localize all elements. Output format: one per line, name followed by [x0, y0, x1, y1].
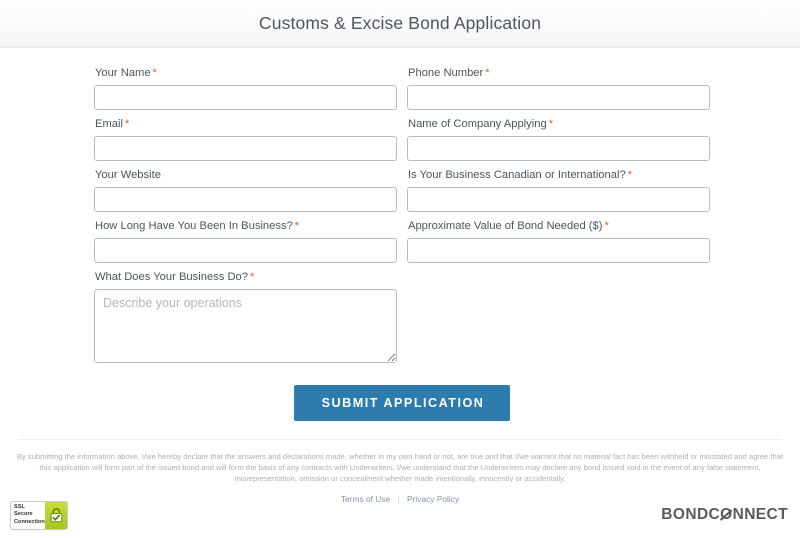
input-email[interactable] [94, 136, 397, 161]
page-title: Customs & Excise Bond Application [258, 13, 542, 33]
disclaimer-text: By submitting the information above, I/w… [16, 452, 784, 483]
ssl-line-1: SSL [14, 503, 25, 510]
label-email: Email * [95, 118, 130, 130]
required-asterisk: * [249, 271, 255, 283]
input-years-in-business[interactable] [94, 238, 397, 263]
logo-slashed-o-icon: O [720, 506, 733, 524]
label-years-in-business: How Long Have You Been In Business? * [95, 220, 300, 232]
form-grid: Your Name * Phone Number * Email * Name of … [94, 66, 710, 370]
label-your-name: Your Name * [95, 67, 157, 79]
field-phone-number: Phone Number * [407, 66, 710, 110]
required-asterisk: * [152, 67, 157, 79]
logo-text-part2: NNECT [732, 506, 788, 523]
bondconnect-logo: BONDC O NNECT [661, 506, 788, 524]
field-website: Your Website [94, 168, 397, 212]
required-asterisk: * [604, 220, 609, 232]
input-your-name[interactable] [94, 85, 397, 110]
label-website: Your Website [95, 169, 161, 181]
divider [18, 439, 782, 440]
field-business-region: Is Your Business Canadian or Internation… [407, 168, 710, 212]
input-business-description[interactable] [94, 289, 397, 363]
padlock-icon [45, 501, 67, 529]
input-website[interactable] [94, 187, 397, 212]
label-business-region: Is Your Business Canadian or Internation… [408, 169, 632, 181]
ssl-badge-text: SSL Secure Connection [11, 502, 45, 529]
required-asterisk: * [627, 169, 632, 181]
page-header: Customs & Excise Bond Application [0, 0, 800, 48]
label-bond-value: Approximate Value of Bond Needed ($) * [408, 220, 609, 232]
input-business-region[interactable] [407, 187, 710, 212]
logo-text-part1: BONDC [661, 506, 721, 523]
input-company-name[interactable] [407, 136, 710, 161]
field-company-name: Name of Company Applying * [407, 117, 710, 161]
submit-application-button[interactable]: SUBMIT APPLICATION [293, 385, 511, 421]
application-form: Your Name * Phone Number * Email * Name of … [0, 48, 800, 421]
field-business-description: What Does Your Business Do? * [94, 270, 397, 363]
field-bond-value: Approximate Value of Bond Needed ($) * [407, 219, 710, 263]
input-phone-number[interactable] [407, 85, 710, 110]
label-company-name: Name of Company Applying * [408, 118, 553, 130]
required-asterisk: * [548, 118, 553, 130]
page-footer: SSL Secure Connection BONDC O NNECT [0, 492, 800, 538]
field-your-name: Your Name * [94, 66, 397, 110]
required-asterisk: * [485, 67, 490, 79]
ssl-line-3: Connection [14, 518, 45, 525]
required-asterisk: * [294, 220, 300, 232]
field-email: Email * [94, 117, 397, 161]
required-asterisk: * [124, 118, 130, 130]
input-bond-value[interactable] [407, 238, 710, 263]
field-years-in-business: How Long Have You Been In Business? * [94, 219, 397, 263]
submit-row: SUBMIT APPLICATION [94, 385, 710, 421]
ssl-secure-connection-badge: SSL Secure Connection [10, 500, 68, 530]
label-phone-number: Phone Number * [408, 67, 490, 79]
label-business-description: What Does Your Business Do? * [95, 271, 255, 283]
ssl-line-2: Secure [14, 511, 33, 518]
